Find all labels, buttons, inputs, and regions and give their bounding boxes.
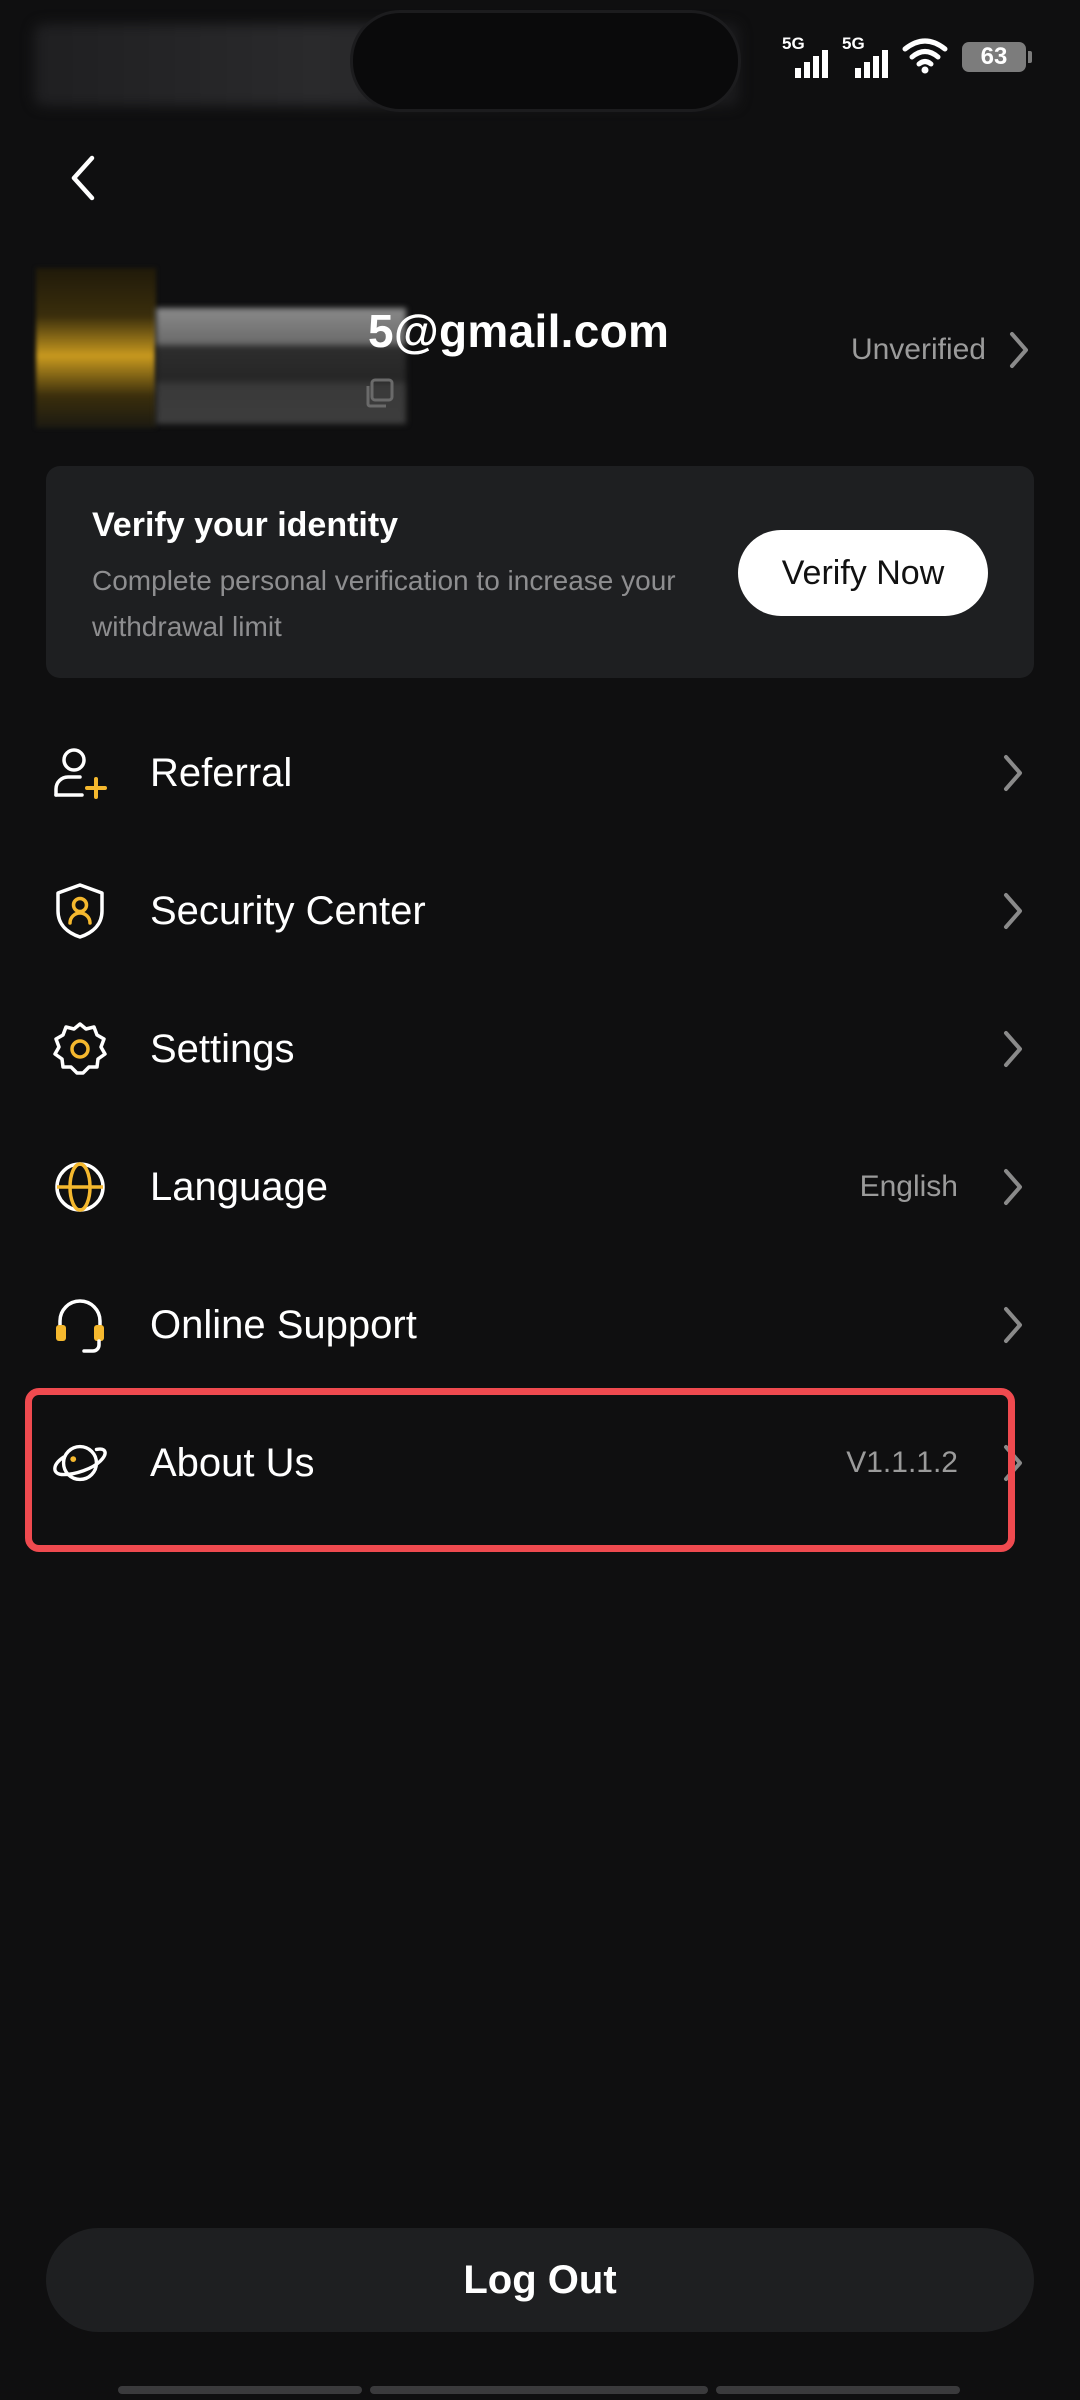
menu-item-label: Language (150, 1164, 328, 1209)
chevron-right-icon (998, 1027, 1028, 1071)
menu-item-label: Settings (150, 1026, 295, 1071)
verify-card-description: Complete personal verification to increa… (92, 565, 676, 642)
status-icons: 5G 5G 63 (782, 32, 1032, 82)
menu-item-settings[interactable]: Settings (0, 980, 1080, 1118)
chevron-right-icon (1010, 332, 1028, 368)
copy-icon[interactable] (362, 376, 396, 410)
menu-item-online-support[interactable]: Online Support (0, 1256, 1080, 1394)
menu-item-label: Referral (150, 750, 293, 795)
current-language-value: English (859, 1170, 958, 1203)
globe-icon (50, 1157, 110, 1217)
account-email: 5@gmail.com (368, 305, 670, 357)
menu-item-label: Online Support (150, 1302, 417, 1347)
menu-item-security-center[interactable]: Security Center (0, 842, 1080, 980)
menu-item-label: Security Center (150, 888, 426, 933)
chevron-right-icon (998, 1165, 1028, 1209)
verify-identity-card: Verify your identity Complete personal v… (46, 466, 1034, 678)
chevron-right-icon (998, 751, 1028, 795)
logout-button[interactable]: Log Out (46, 2228, 1034, 2332)
verify-card-title: Verify your identity (92, 506, 399, 544)
highlight-box (25, 1388, 1015, 1552)
chevron-left-icon (71, 155, 95, 201)
menu-item-language[interactable]: Language English (0, 1118, 1080, 1256)
camera-cutout (350, 10, 741, 112)
signal-icon: 5G (842, 34, 888, 78)
verify-now-button[interactable]: Verify Now (738, 530, 988, 616)
gear-icon (50, 1019, 110, 1079)
avatar (36, 268, 156, 428)
battery-icon: 63 (962, 42, 1032, 72)
profile-header[interactable]: 5@gmail.com Unverified (36, 268, 1044, 428)
shield-user-icon (50, 881, 110, 941)
verification-status-label: Unverified (850, 333, 986, 366)
wifi-icon (902, 36, 948, 79)
signal-icon: 5G (782, 34, 828, 78)
menu-item-referral[interactable]: Referral (0, 704, 1080, 842)
home-indicator (118, 2386, 960, 2394)
chevron-right-icon (998, 889, 1028, 933)
battery-level: 63 (980, 43, 1008, 70)
chevron-right-icon (998, 1303, 1028, 1347)
back-button[interactable] (52, 148, 112, 208)
verification-status[interactable]: Unverified (851, 330, 1030, 370)
status-bar: 5G 5G 63 (0, 0, 1080, 112)
add-user-icon (50, 743, 110, 803)
headset-icon (50, 1295, 110, 1355)
